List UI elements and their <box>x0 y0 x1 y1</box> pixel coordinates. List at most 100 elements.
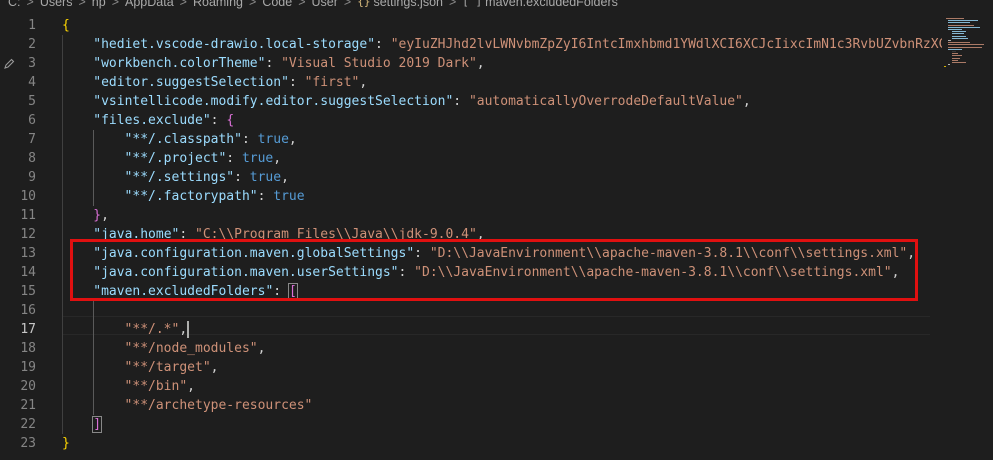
minimap-line <box>944 66 946 68</box>
json-braces-icon: {} <box>357 0 371 8</box>
json-comma: , <box>257 341 266 356</box>
json-string-value: "eyIuZHJhd2lvLWNvbmZpZyI6IntcImxhbmd1YWd… <box>390 37 942 52</box>
code-line[interactable]: "editor.suggestSelection": "first", <box>93 73 367 92</box>
minimap-line <box>948 40 951 41</box>
minimap-line <box>952 37 968 39</box>
indent-guide <box>93 301 95 415</box>
json-string-value: "**/.*" <box>124 322 180 337</box>
json-comma: , <box>281 170 289 185</box>
line-number: 5 <box>28 94 36 109</box>
json-key: "**/.factorypath" <box>124 189 258 204</box>
line-number: 7 <box>28 132 36 147</box>
line-number: 21 <box>20 398 36 413</box>
breadcrumb-separator: > <box>298 0 306 9</box>
json-key: "**/.project" <box>124 151 227 166</box>
minimap[interactable] <box>942 12 993 460</box>
minimap-line <box>948 22 970 24</box>
json-close-bracket: } <box>62 436 70 451</box>
code-line[interactable]: "hediet.vscode-drawio.local-storage": "e… <box>93 35 942 54</box>
breadcrumb-segment[interactable]: Users <box>40 0 73 8</box>
breadcrumb-separator: > <box>179 0 187 9</box>
json-close-bracket: } <box>93 208 102 223</box>
json-colon: : <box>288 75 305 90</box>
minimap-line <box>952 57 960 59</box>
json-comma: , <box>101 208 109 223</box>
json-comma: , <box>179 322 188 337</box>
breadcrumb-separator: > <box>343 0 352 9</box>
minimap-line <box>948 44 984 46</box>
line-number: 9 <box>28 170 36 185</box>
code-line[interactable]: "**/.settings": true, <box>125 168 289 187</box>
code-line[interactable]: { <box>62 16 70 35</box>
code-line[interactable]: "**/.factorypath": true <box>125 187 305 206</box>
line-number: 2 <box>28 37 36 52</box>
json-key: "**/.settings" <box>124 170 235 185</box>
code-line[interactable]: "**/node_modules", <box>125 339 266 358</box>
json-key: "files.exclude" <box>93 113 211 128</box>
json-comma: , <box>187 379 195 394</box>
json-colon: : <box>257 189 274 204</box>
line-number: 8 <box>28 151 36 166</box>
breadcrumb-segment[interactable]: User <box>312 0 338 8</box>
breadcrumb-segment[interactable]: C: <box>8 0 21 8</box>
breadcrumb-segment-symbol[interactable]: maven.excludedFolders <box>485 0 618 8</box>
minimap-line <box>946 18 964 19</box>
indent-guide <box>93 130 95 206</box>
json-colon: : <box>234 170 250 185</box>
code-line[interactable]: "**/.classpath": true, <box>125 130 297 149</box>
breadcrumb-separator: > <box>78 0 86 9</box>
json-comma: , <box>476 56 485 71</box>
json-open-bracket: { <box>62 18 70 33</box>
breadcrumb-segment[interactable]: Code <box>262 0 292 8</box>
minimap-line <box>948 26 980 28</box>
json-comma: , <box>273 151 282 166</box>
json-string-value: "Visual Studio 2019 Dark" <box>281 56 477 71</box>
json-string-value: "**/target" <box>124 360 211 375</box>
line-number: 4 <box>28 75 36 90</box>
line-number: 22 <box>20 417 36 432</box>
array-bracket-icon: [ ] <box>462 0 483 8</box>
line-number: 18 <box>20 341 36 356</box>
json-boolean-value: true <box>257 132 289 147</box>
code-line[interactable]: "**/.project": true, <box>125 149 282 168</box>
json-key: "vsintellicode.modify.editor.suggestSele… <box>93 94 454 109</box>
json-boolean-value: true <box>273 189 305 204</box>
breadcrumb-segment[interactable]: Roaming <box>193 0 243 8</box>
code-line[interactable]: "**/.*", <box>125 320 188 339</box>
line-number: 3 <box>28 56 36 71</box>
code-line[interactable]: "vsintellicode.modify.editor.suggestSele… <box>93 92 750 111</box>
code-line[interactable]: "**/bin", <box>125 377 195 396</box>
json-key: "editor.suggestSelection" <box>93 75 289 90</box>
breadcrumb-segment-file[interactable]: settings.json <box>373 0 442 8</box>
minimap-line <box>952 35 966 37</box>
line-number: 13 <box>20 246 36 261</box>
line-number-gutter: 1 2 3 4 5 6 7 8 9 10 11 12 13 14 15 16 17 18 19 20 21 22 23 <box>0 12 44 460</box>
json-string-value: "**/node_modules" <box>124 341 258 356</box>
code-line[interactable]: "workbench.colorTheme": "Visual Studio 2… <box>93 54 484 73</box>
minimap-line <box>948 42 970 44</box>
code-area[interactable]: { "hediet.vscode-drawio.local-storage": "… <box>62 12 942 460</box>
code-line[interactable]: "**/target", <box>125 358 219 377</box>
text-cursor <box>187 321 190 338</box>
line-number: 17 <box>20 322 36 337</box>
json-boolean-value: true <box>241 151 274 166</box>
json-string-value: "**/archetype-resources" <box>124 398 313 413</box>
breadcrumb-segment[interactable]: AppData <box>125 0 174 8</box>
minimap-line <box>952 55 962 57</box>
code-line[interactable]: }, <box>93 206 109 225</box>
line-number: 6 <box>28 113 36 128</box>
minimap-line <box>952 33 964 35</box>
code-line[interactable]: "**/archetype-resources" <box>125 396 313 415</box>
line-number: 11 <box>20 208 36 223</box>
bracket-match-box <box>92 416 103 433</box>
code-editor[interactable]: 1 2 3 4 5 6 7 8 9 10 11 12 13 14 15 16 17 18 19 20 21 22 23 {"… <box>0 12 993 460</box>
minimap-line <box>948 46 982 48</box>
json-string-value: "automaticallyOverrodeDefaultValue" <box>468 94 743 109</box>
code-line[interactable]: } <box>62 434 70 453</box>
json-colon: : <box>241 132 258 147</box>
breadcrumb-separator: > <box>448 0 457 9</box>
code-line[interactable]: "files.exclude": { <box>93 111 234 130</box>
minimap-line <box>948 24 974 26</box>
minimap-line <box>948 64 950 66</box>
breadcrumb-segment[interactable]: hp <box>92 0 106 8</box>
